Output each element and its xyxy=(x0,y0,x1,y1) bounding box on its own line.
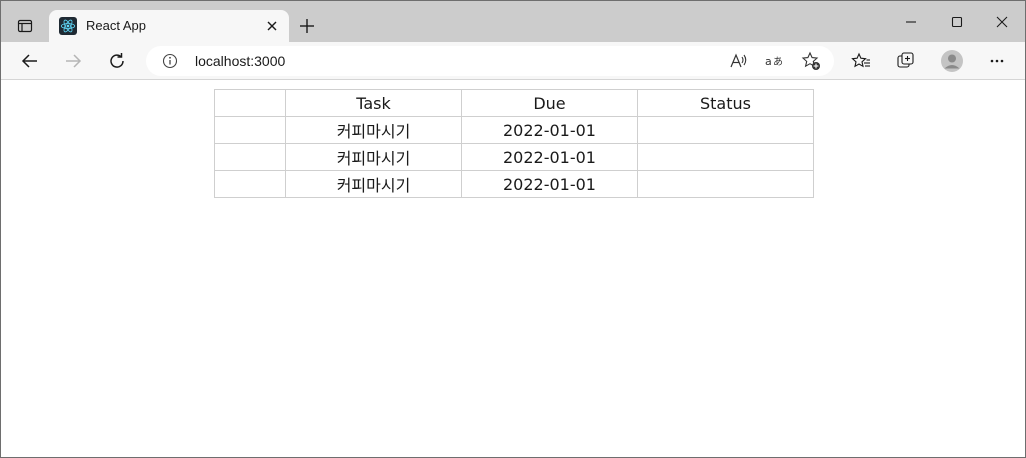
tab-actions-icon xyxy=(17,18,33,34)
add-favorite-icon[interactable] xyxy=(800,50,822,72)
translate-icon[interactable]: a あ xyxy=(764,50,786,72)
more-icon xyxy=(989,53,1005,69)
browser-toolbar: localhost:3000 a あ xyxy=(1,42,1025,80)
status-cell xyxy=(637,143,814,171)
table-header-row: Task Due Status xyxy=(214,89,814,117)
read-aloud-icon[interactable] xyxy=(728,50,750,72)
task-cell: 커피마시기 xyxy=(285,170,462,198)
status-cell xyxy=(637,170,814,198)
header-cell-empty xyxy=(214,89,286,117)
address-bar[interactable]: localhost:3000 a あ xyxy=(146,46,834,76)
minimize-button[interactable] xyxy=(888,9,934,35)
tab-actions-button[interactable] xyxy=(11,13,39,39)
table-row: 커피마시기 2022-01-01 xyxy=(214,143,814,171)
maximize-button[interactable] xyxy=(934,9,980,35)
row-cell-empty xyxy=(214,116,286,144)
profile-icon xyxy=(940,49,964,73)
forward-icon xyxy=(64,52,82,70)
due-cell: 2022-01-01 xyxy=(461,116,638,144)
new-tab-button[interactable] xyxy=(295,14,319,38)
header-cell-due: Due xyxy=(461,89,638,117)
table-row: 커피마시기 2022-01-01 xyxy=(214,116,814,144)
header-cell-status: Status xyxy=(637,89,814,117)
due-cell: 2022-01-01 xyxy=(461,170,638,198)
profile-button[interactable] xyxy=(938,47,966,75)
tab-react-app[interactable]: React App xyxy=(49,10,289,42)
task-cell: 커피마시기 xyxy=(285,143,462,171)
tab-close-button[interactable] xyxy=(263,17,281,35)
address-url[interactable]: localhost:3000 xyxy=(195,53,285,69)
collections-button[interactable] xyxy=(892,47,920,75)
browser-window: React App localhost:3000 a あ Task Due St… xyxy=(0,0,1026,458)
favorites-button[interactable] xyxy=(847,47,875,75)
header-cell-task: Task xyxy=(285,89,462,117)
tab-title: React App xyxy=(86,18,146,33)
table-row: 커피마시기 2022-01-01 xyxy=(214,170,814,198)
title-bar: React App xyxy=(1,1,1025,42)
close-icon xyxy=(266,20,278,32)
info-icon[interactable] xyxy=(162,53,178,69)
task-cell: 커피마시기 xyxy=(285,116,462,144)
page-content: Task Due Status 커피마시기 2022-01-01 커피마시기 2… xyxy=(1,81,1025,457)
task-table: Task Due Status 커피마시기 2022-01-01 커피마시기 2… xyxy=(214,89,814,198)
refresh-button[interactable] xyxy=(103,47,131,75)
more-button[interactable] xyxy=(983,47,1011,75)
svg-text:あ: あ xyxy=(773,56,783,68)
window-close-icon xyxy=(996,16,1008,28)
window-close-button[interactable] xyxy=(979,9,1025,35)
plus-icon xyxy=(299,18,315,34)
status-cell xyxy=(637,116,814,144)
favorites-icon xyxy=(851,52,871,70)
row-cell-empty xyxy=(214,170,286,198)
row-cell-empty xyxy=(214,143,286,171)
back-icon xyxy=(21,52,39,70)
refresh-icon xyxy=(108,52,126,70)
back-button[interactable] xyxy=(16,47,44,75)
collections-icon xyxy=(896,51,916,71)
forward-button[interactable] xyxy=(59,47,87,75)
maximize-icon xyxy=(951,16,963,28)
svg-text:a: a xyxy=(765,55,772,68)
react-logo-icon xyxy=(59,17,77,35)
due-cell: 2022-01-01 xyxy=(461,143,638,171)
minimize-icon xyxy=(905,16,917,28)
